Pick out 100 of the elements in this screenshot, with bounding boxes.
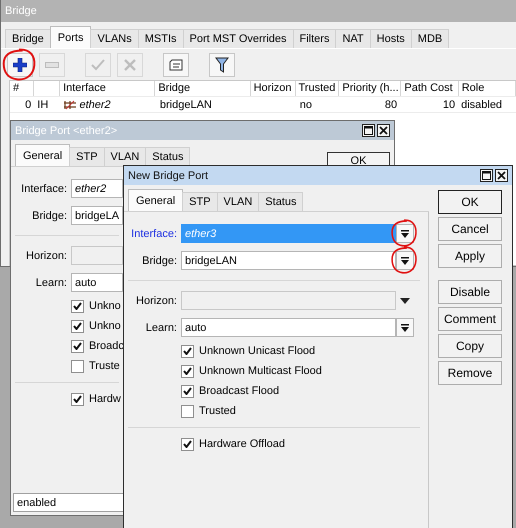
ok-button[interactable]: OK	[327, 152, 390, 166]
tab[interactable]: Status	[145, 147, 190, 166]
caret-icon	[401, 256, 409, 264]
field-label: Learn:	[144, 322, 178, 334]
field-label: Horizon:	[135, 294, 178, 306]
checkbox[interactable]	[181, 404, 194, 418]
column-header[interactable]: Trusted	[296, 81, 340, 96]
select-field[interactable]: auto	[181, 318, 396, 337]
column-header[interactable]: Priority (h...	[339, 81, 402, 96]
checkbox-label: Truste	[89, 360, 120, 372]
table-cell: 0	[25, 98, 32, 110]
toolbar-button[interactable]	[163, 53, 189, 77]
tab[interactable]: MSTIs	[138, 29, 184, 48]
tab[interactable]: NAT	[335, 29, 371, 48]
toolbar-button[interactable]	[7, 53, 33, 77]
status-field: enabled	[13, 493, 124, 512]
checkbox[interactable]	[71, 320, 84, 332]
tab[interactable]: VLAN	[104, 147, 146, 166]
dialog-button[interactable]: Copy	[438, 334, 502, 358]
checkbox-label: Unkno	[89, 300, 121, 312]
column-header[interactable]: #	[10, 81, 34, 96]
tab[interactable]: General	[128, 189, 184, 211]
table-cell: 80	[384, 98, 398, 110]
window-title: Bridge Port <ether2>	[15, 124, 118, 136]
interface-icon	[63, 100, 78, 110]
tab[interactable]: VLANs	[90, 29, 139, 48]
checkbox[interactable]	[181, 438, 194, 450]
dialog-button[interactable]: Cancel	[438, 217, 502, 241]
select-field[interactable]: bridgeLAN	[181, 251, 396, 270]
field-label: Bridge:	[31, 210, 68, 222]
tab[interactable]: VLAN	[216, 192, 260, 211]
table-cell: IH	[37, 98, 48, 110]
dialog-button[interactable]: Comment	[438, 307, 502, 331]
caret-icon	[401, 324, 409, 332]
close-icon	[497, 171, 506, 180]
checkbox-label: Broadcast Flood	[199, 385, 280, 397]
maximize-icon	[482, 171, 491, 180]
tab[interactable]: STP	[182, 192, 218, 211]
filter-icon	[215, 57, 229, 73]
dialog-button[interactable]: Apply	[438, 244, 502, 268]
column-header[interactable]: Path Cost	[401, 81, 459, 96]
table-cell: no	[300, 98, 312, 110]
checkbox[interactable]	[71, 360, 84, 372]
checkbox-label: Hardw	[89, 393, 121, 405]
dialog-button[interactable]: OK	[438, 190, 502, 214]
column-header[interactable]: Bridge	[155, 81, 251, 96]
checkbox[interactable]	[181, 344, 194, 358]
maximize-button[interactable]	[480, 169, 493, 182]
tab[interactable]: STP	[69, 147, 105, 166]
table-cell: bridgeLAN	[160, 98, 212, 110]
dialog-button[interactable]: Remove	[438, 361, 502, 385]
tab[interactable]: Ports	[50, 26, 92, 48]
select-field[interactable]: bridgeLA	[71, 206, 123, 225]
field-label: Interface:	[130, 228, 178, 240]
tab[interactable]: Status	[258, 192, 304, 211]
table-cell: 10	[442, 98, 456, 110]
plus-icon	[13, 58, 27, 72]
table-cell: disabled	[461, 98, 502, 110]
checkbox-label: Unknown Multicast Flood	[199, 365, 322, 377]
dropdown-button[interactable]	[396, 251, 414, 270]
checkbox[interactable]	[181, 384, 194, 398]
tab[interactable]: MDB	[410, 29, 450, 48]
dialog-button[interactable]: Disable	[438, 280, 502, 304]
window-title: Bridge	[5, 5, 38, 17]
close-icon	[379, 126, 388, 135]
select-field[interactable]: ether2	[71, 179, 123, 198]
check-icon	[91, 59, 105, 71]
window-title: New Bridge Port	[128, 170, 210, 182]
dropdown-button[interactable]	[396, 318, 414, 337]
dropdown-button[interactable]	[396, 224, 414, 243]
checkbox[interactable]	[71, 392, 84, 406]
tab[interactable]: Hosts	[370, 29, 412, 48]
note-icon	[169, 59, 183, 71]
column-header[interactable]: Role	[458, 81, 516, 96]
close-button[interactable]	[495, 169, 508, 182]
checkbox-label: Trusted	[199, 405, 236, 417]
minus-icon	[45, 62, 59, 68]
checkbox[interactable]	[71, 300, 84, 312]
column-header[interactable]: Horizon	[250, 81, 296, 96]
checkbox-label: Unknown Unicast Flood	[199, 345, 316, 357]
checkbox[interactable]	[71, 340, 84, 352]
checkbox-label: Broadc	[89, 340, 124, 352]
tab[interactable]: Port MST Overrides	[182, 29, 294, 48]
select-field[interactable]: auto	[71, 273, 123, 292]
checkbox[interactable]	[181, 364, 194, 378]
field-label: Interface:	[20, 182, 68, 194]
maximize-icon	[364, 126, 373, 135]
tab[interactable]: General	[15, 144, 70, 166]
field-label: Bridge:	[141, 254, 178, 266]
checkbox-label: Hardware Offload	[199, 438, 286, 450]
cross-icon	[124, 59, 136, 71]
field-label: Horizon:	[25, 250, 68, 262]
toolbar-button[interactable]	[209, 53, 235, 77]
tab[interactable]: Bridge	[5, 29, 51, 48]
caret-icon	[401, 230, 409, 238]
table-cell: ether2	[79, 98, 111, 110]
column-header[interactable]: Interface	[60, 81, 156, 96]
tab[interactable]: Filters	[292, 29, 336, 48]
field-label: Learn:	[34, 276, 68, 288]
checkbox-label: Unkno	[89, 320, 121, 332]
